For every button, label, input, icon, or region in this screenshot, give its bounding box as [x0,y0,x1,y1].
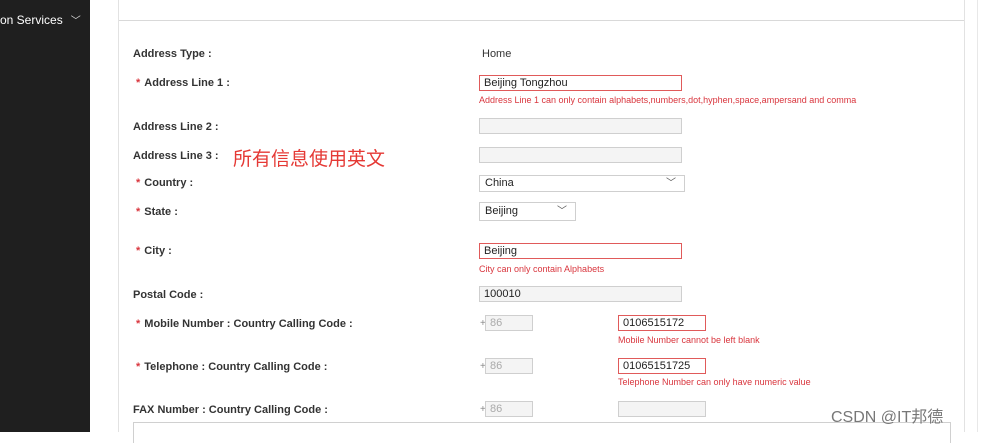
telephone-error: Telephone Number can only have numeric v… [618,377,811,387]
address-line1-input[interactable]: Beijing Tongzhou [479,75,682,91]
annotation-text: 所有信息使用英文 [233,148,386,170]
telephone-label: * Telephone : Country Calling Code : [136,361,328,373]
right-divider [977,0,978,432]
state-select-value: Beijing [485,205,519,217]
address-line2-input[interactable] [479,118,682,134]
required-marker: * [136,177,141,189]
state-label: * State : [136,206,178,218]
required-marker: * [136,245,141,257]
mobile-error: Mobile Number cannot be left blank [618,335,760,345]
telephone-country-code-input[interactable]: 86 [485,358,533,374]
fax-label: FAX Number : Country Calling Code : [133,404,328,416]
telephone-number-input[interactable]: 01065151725 [618,358,706,374]
state-select[interactable]: Beijing ﹀ [479,202,576,221]
postal-code-label: Postal Code : [133,289,204,301]
watermark: CSDN @IT邦德 [831,409,944,426]
sidebar-menu-services[interactable]: on Services ﹀ [0,12,81,27]
address-line1-label: * Address Line 1 : [136,77,230,89]
country-label: * Country : [136,177,194,189]
panel-divider [119,20,964,21]
city-label: * City : [136,245,172,257]
city-error: City can only contain Alphabets [479,264,605,274]
fax-number-input[interactable] [618,401,706,417]
required-marker: * [136,206,141,218]
required-marker: * [136,318,141,330]
mobile-number-input[interactable]: 0106515172 [618,315,706,331]
country-select[interactable]: China ﹀ [479,175,685,192]
mobile-label: * Mobile Number : Country Calling Code : [136,318,353,330]
fax-country-code-input[interactable]: 86 [485,401,533,417]
gutter [90,0,104,432]
next-section-box [133,422,951,443]
address-line3-label: Address Line 3 : [133,150,219,162]
chevron-down-icon: ﹀ [666,178,676,189]
mobile-country-code-input[interactable]: 86 [485,315,533,331]
address-type-label: Address Type : [133,48,212,60]
address-line1-error: Address Line 1 can only contain alphabet… [479,95,857,105]
postal-code-input[interactable]: 100010 [479,286,682,302]
required-marker: * [136,77,141,89]
chevron-down-icon: ﹀ [557,206,567,217]
chevron-down-icon: ﹀ [70,16,81,27]
city-input[interactable]: Beijing [479,243,682,259]
required-marker: * [136,361,141,373]
sidebar-menu-label: on Services [0,13,63,27]
country-select-value: China [485,177,514,189]
address-line2-label: Address Line 2 : [133,121,219,133]
address-type-value: Home [482,48,512,60]
address-line3-input[interactable] [479,147,682,163]
sidebar: on Services ﹀ [0,0,90,432]
